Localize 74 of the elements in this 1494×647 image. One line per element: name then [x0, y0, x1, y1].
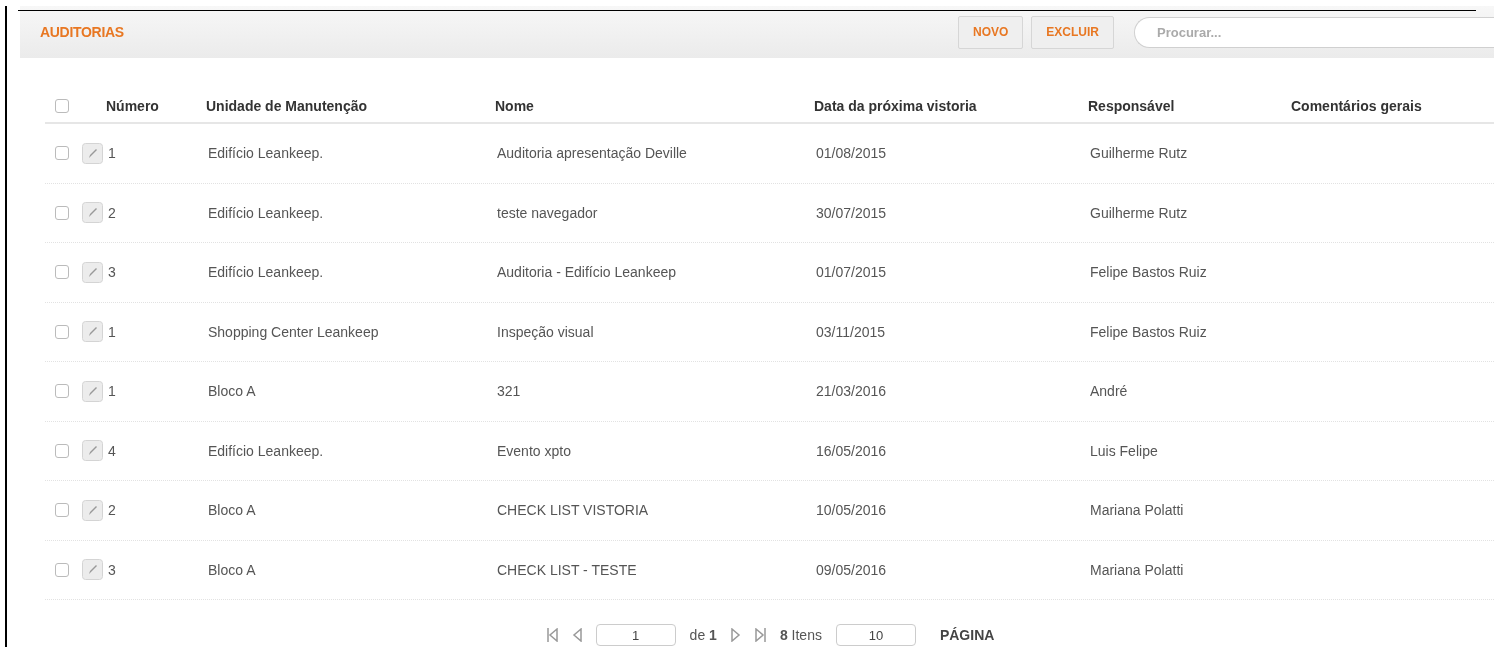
table-cell-text: 10/05/2016 [815, 502, 887, 519]
page-number-field[interactable]: 1 [595, 624, 676, 646]
page-size-label: PÁGINA [939, 627, 995, 643]
table-cell-text: Bloco A [207, 383, 256, 400]
table-cell-text: 1 [107, 383, 116, 400]
table-cell-text: teste navegador [496, 204, 598, 221]
edit-pencil-icon[interactable] [82, 202, 103, 224]
row-checkbox[interactable] [55, 265, 69, 280]
row-checkbox[interactable] [55, 205, 69, 220]
table-cell-text: Guilherme Rutz [1089, 204, 1188, 221]
first-page-icon[interactable] [546, 628, 558, 642]
edit-pencil-icon[interactable] [82, 380, 103, 402]
table-cell-text: André [1089, 383, 1128, 400]
table-cell-text: 2 [107, 502, 116, 519]
edit-pencil-icon[interactable] [82, 440, 103, 462]
row-checkbox[interactable] [55, 443, 69, 458]
table-cell-text: 321 [496, 383, 521, 400]
column-header: Comentários gerais [1290, 98, 1422, 114]
table-cell-text: Auditoria apresentação Deville [496, 145, 687, 162]
table-cell-text: Felipe Bastos Ruiz [1089, 323, 1207, 340]
select-all-checkbox[interactable] [55, 99, 69, 113]
table-cell-text: 21/03/2016 [815, 383, 887, 400]
table-cell-text: Shopping Center Leankeep [207, 323, 379, 340]
table-cell-text: 16/05/2016 [815, 442, 887, 459]
previous-page-icon[interactable] [571, 628, 582, 642]
table-cell-text: 01/07/2015 [815, 264, 887, 281]
table-cell-text: Bloco A [207, 561, 256, 578]
table-cell-text: Bloco A [207, 502, 256, 519]
table-cell-text: 1 [107, 323, 116, 340]
last-page-icon[interactable] [754, 628, 766, 642]
page-count-text: de 1 [689, 627, 717, 643]
table-cell-text: 2 [107, 204, 116, 221]
item-count-text: 8 Itens [779, 627, 822, 643]
table-cell-text: CHECK LIST VISTORIA [496, 502, 649, 519]
table-cell-text: 03/11/2015 [815, 323, 886, 340]
table-cell-text: 3 [107, 264, 116, 281]
table-cell-text: Inspeção visual [496, 323, 594, 340]
table-cell-text: 1 [107, 145, 116, 162]
table-cell-text: Edifício Leankeep. [207, 442, 324, 459]
column-header: Data da próxima vistoria [813, 98, 977, 114]
row-checkbox[interactable] [55, 324, 69, 339]
table-cell-text: Edifício Leankeep. [207, 264, 324, 281]
table-cell-text: Mariana Polatti [1089, 502, 1184, 519]
table-cell-text: 01/08/2015 [815, 145, 887, 162]
edit-pencil-icon[interactable] [82, 261, 103, 283]
row-checkbox[interactable] [55, 562, 69, 577]
table-cell-text: Auditoria - Edifício Leankeep [496, 264, 676, 281]
table-cell-text: CHECK LIST - TESTE [496, 561, 637, 578]
table-cell-text: Evento xpto [496, 442, 571, 459]
column-header: Nome [494, 98, 534, 114]
table-cell-text: Felipe Bastos Ruiz [1089, 264, 1207, 281]
search-field[interactable]: Procurar... [1134, 16, 1494, 48]
row-checkbox[interactable] [55, 384, 69, 399]
edit-pencil-icon[interactable] [82, 499, 103, 521]
edit-pencil-icon[interactable] [82, 142, 103, 164]
table-cell-text: Guilherme Rutz [1089, 145, 1188, 162]
table-cell-text: 4 [107, 442, 116, 459]
column-header: Unidade de Manutenção [205, 98, 368, 114]
page-title: AUDITORIAS [40, 24, 124, 40]
table-cell-text: 09/05/2016 [815, 561, 887, 578]
table-cell-text: Edifício Leankeep. [207, 145, 324, 162]
edit-pencil-icon[interactable] [82, 321, 103, 343]
next-page-icon[interactable] [730, 628, 741, 642]
table-cell-text: Mariana Polatti [1089, 561, 1184, 578]
column-header: Número [105, 98, 159, 114]
table-cell-text: Edifício Leankeep. [207, 204, 324, 221]
table-cell-text: 3 [107, 561, 116, 578]
column-header: Responsável [1087, 98, 1175, 114]
row-checkbox[interactable] [55, 146, 69, 161]
table-cell-text: Luis Felipe [1089, 442, 1158, 459]
row-checkbox[interactable] [55, 503, 69, 518]
edit-pencil-icon[interactable] [82, 559, 103, 581]
page-size-field[interactable]: 10 [835, 624, 916, 646]
table-cell-text: 30/07/2015 [815, 204, 887, 221]
